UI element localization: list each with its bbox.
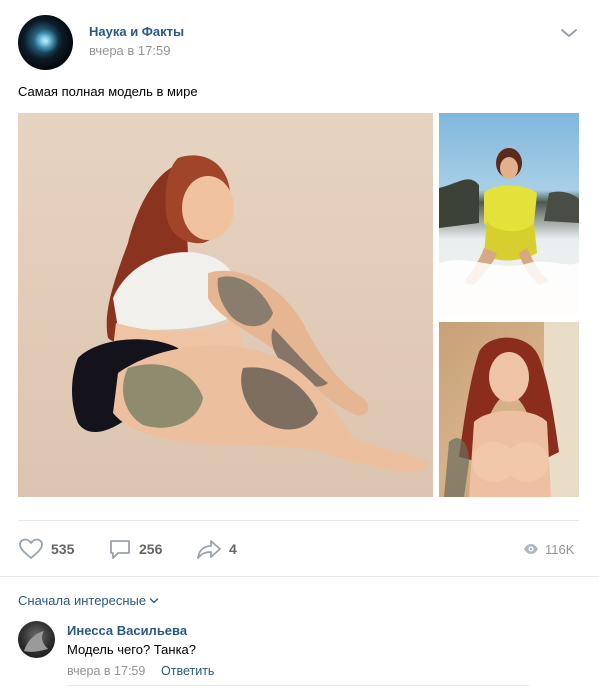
chevron-down-icon (149, 597, 159, 603)
comments-sort-label: Сначала интересные (18, 593, 147, 608)
comment-button[interactable]: 256 (108, 537, 162, 561)
comments-sort[interactable]: Сначала интересные (18, 593, 159, 608)
post-time[interactable]: вчера в 17:59 (89, 43, 170, 58)
portrait-photo[interactable] (439, 322, 579, 497)
commenter-avatar[interactable] (18, 621, 55, 658)
like-count: 535 (51, 541, 75, 557)
share-count: 4 (229, 541, 237, 557)
comment-time[interactable]: вчера в 17:59 (67, 664, 145, 678)
eye-icon (524, 544, 538, 554)
commenter-avatar-image (24, 631, 48, 652)
comment-reply-link[interactable]: Ответить (161, 664, 214, 678)
portrait-photo-illustration (444, 322, 579, 497)
menu-chevron-icon[interactable] (560, 26, 578, 40)
views-count: 116K (545, 541, 575, 557)
post-card: Наука и Факты вчера в 17:59 Самая полная… (0, 0, 599, 690)
beach-photo[interactable] (439, 113, 579, 316)
like-button[interactable]: 535 (18, 537, 74, 561)
comments-divider (0, 576, 599, 577)
comment-icon (110, 540, 130, 559)
comment-count: 256 (139, 541, 163, 557)
heart-icon (19, 538, 43, 559)
share-button[interactable]: 4 (196, 537, 237, 561)
comment-text: Модель чего? Танка? (67, 642, 197, 657)
main-photo-illustration (72, 155, 429, 473)
beach-photo-illustration (439, 148, 579, 316)
share-icon (197, 540, 221, 559)
actions-divider-top (18, 520, 579, 521)
main-photo[interactable] (18, 113, 433, 497)
comment-author[interactable]: Инесса Васильева (67, 623, 187, 638)
author-avatar[interactable] (18, 15, 73, 70)
avatar-image (34, 29, 58, 53)
views-counter: 116K (523, 537, 574, 561)
author-name[interactable]: Наука и Факты (89, 24, 184, 39)
post-text: Самая полная модель в мире (18, 84, 198, 99)
comment-divider (67, 685, 529, 686)
